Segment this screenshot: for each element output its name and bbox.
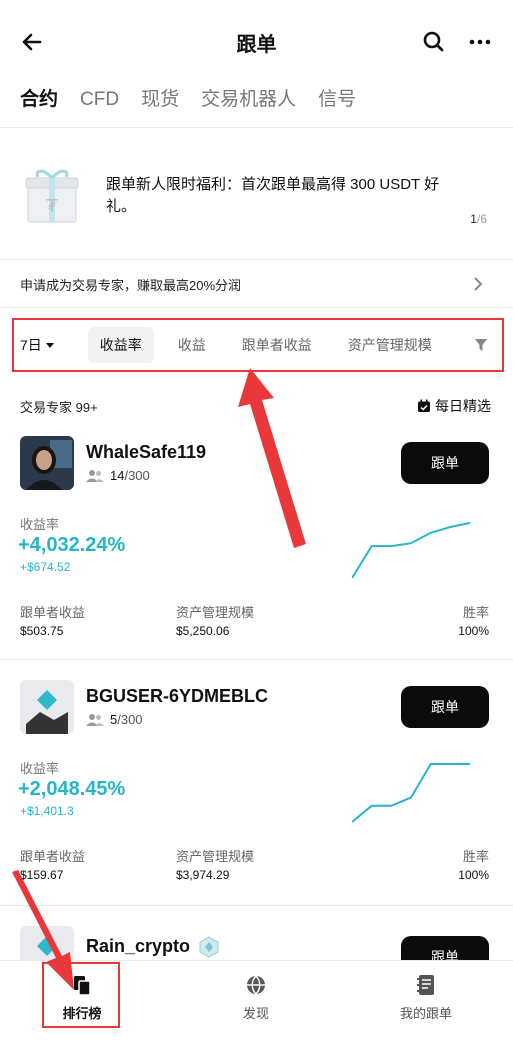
promo-text: 跟单新人限时福利：首次跟单最高得 300 USDT 好礼。 — [106, 176, 440, 215]
search-icon[interactable] — [420, 28, 448, 56]
svg-text:₮: ₮ — [46, 196, 58, 217]
users-icon — [86, 713, 104, 726]
sparkline-path — [352, 763, 470, 823]
copy-trade-button[interactable]: 跟单 — [401, 442, 489, 484]
roi-sparkline — [352, 763, 470, 823]
list-header: 交易专家 99+ 每日精选 — [20, 396, 491, 416]
trader-card[interactable]: WhaleSafe119 14/300 跟单 收益率 +4,032.24% +$… — [0, 428, 513, 660]
followers-max: /300 — [117, 712, 143, 727]
trader-name[interactable]: BGUSER-6YDMEBLC — [86, 686, 268, 707]
win-rate-label: 胜率 — [462, 605, 489, 620]
market-tabs: 合约 CFD 现货 交易机器人 信号 — [0, 84, 513, 128]
win-rate-value: 100% — [458, 624, 489, 638]
globe-icon — [247, 975, 265, 995]
follower-count: 14/300 — [86, 468, 150, 483]
sparkline-path — [352, 521, 471, 579]
tab-futures[interactable]: 合约 — [20, 84, 58, 127]
period-dropdown[interactable]: 7日 — [20, 335, 54, 355]
trader-avatar — [20, 436, 74, 490]
gift-box-icon: ₮ — [25, 169, 79, 223]
daily-picks-label: 每日精选 — [435, 398, 491, 414]
annotation-highlight-box — [42, 962, 120, 1028]
copier-pnl-value: $503.75 — [20, 624, 64, 638]
sort-filter-bar: 7日 收益率 收益 跟单者收益 资产管理规模 — [12, 318, 504, 372]
trader-card[interactable]: BGUSER-6YDMEBLC 5/300 跟单 收益率 +2,048.45% … — [0, 672, 513, 906]
apply-expert-row[interactable]: 申请成为交易专家，赚取最高20%分润 — [0, 262, 513, 308]
win-rate-value: 100% — [458, 868, 489, 882]
tab-cfd[interactable]: CFD — [80, 84, 119, 127]
aum-label: 资产管理规模 — [176, 849, 255, 864]
followers-max: /300 — [124, 468, 150, 483]
copier-pnl-label: 跟单者收益 — [20, 605, 86, 620]
roi-value: +4,032.24% — [18, 534, 126, 556]
verified-badge-icon — [199, 936, 219, 958]
apply-expert-text: 申请成为交易专家，赚取最高20%分润 — [20, 278, 242, 293]
roi-label: 收益率 — [20, 517, 60, 532]
nav-my-copy[interactable]: 我的跟单 — [366, 969, 486, 1022]
sort-aum[interactable]: 资产管理规模 — [348, 335, 432, 355]
tab-trading-bots[interactable]: 交易机器人 — [201, 84, 296, 127]
roi-sparkline — [352, 521, 471, 579]
expert-count: 交易专家 99+ — [20, 400, 98, 415]
notebook-icon — [417, 975, 434, 995]
copy-trade-button[interactable]: 跟单 — [401, 686, 489, 728]
tab-signals[interactable]: 信号 — [318, 84, 356, 127]
trader-name[interactable]: WhaleSafe119 — [86, 442, 206, 463]
aum-label: 资产管理规模 — [176, 605, 255, 620]
roi-value: +2,048.45% — [18, 778, 126, 800]
nav-discover-label: 发现 — [242, 1006, 269, 1021]
daily-picks-button[interactable]: 每日精选 — [417, 396, 491, 416]
pnl-value: +$1,401.3 — [20, 804, 74, 818]
pnl-value: +$674.52 — [20, 560, 71, 574]
more-icon[interactable] — [466, 28, 494, 56]
nav-discover[interactable]: 发现 — [196, 969, 316, 1022]
trader-name[interactable]: Rain_crypto — [86, 936, 190, 957]
copier-pnl-value: $159.67 — [20, 868, 64, 882]
header: 跟单 — [0, 0, 513, 84]
promo-banner[interactable]: ₮ 跟单新人限时福利：首次跟单最高得 300 USDT 好礼。 1/6 — [0, 128, 513, 260]
sort-roi[interactable]: 收益率 — [87, 327, 154, 363]
users-icon — [86, 469, 104, 482]
tab-spot[interactable]: 现货 — [141, 84, 179, 127]
trader-avatar — [20, 680, 74, 734]
calendar-check-icon — [418, 399, 430, 412]
period-value: 7日 — [20, 337, 42, 353]
nav-my-copy-label: 我的跟单 — [399, 1006, 452, 1021]
copier-pnl-label: 跟单者收益 — [20, 849, 86, 864]
sort-copier-pnl[interactable]: 跟单者收益 — [242, 335, 312, 355]
followers-current: 14 — [110, 468, 125, 483]
chevron-right-icon — [474, 277, 483, 291]
sort-pnl[interactable]: 收益 — [178, 335, 206, 355]
win-rate-label: 胜率 — [462, 849, 489, 864]
roi-label: 收益率 — [20, 761, 60, 776]
follower-count: 5/300 — [86, 712, 143, 727]
filter-icon[interactable] — [474, 338, 488, 352]
aum-value: $3,974.29 — [176, 868, 230, 882]
caret-down-icon — [45, 342, 54, 348]
aum-value: $5,250.06 — [176, 624, 230, 638]
banner-pager: 1/6 — [470, 212, 487, 226]
